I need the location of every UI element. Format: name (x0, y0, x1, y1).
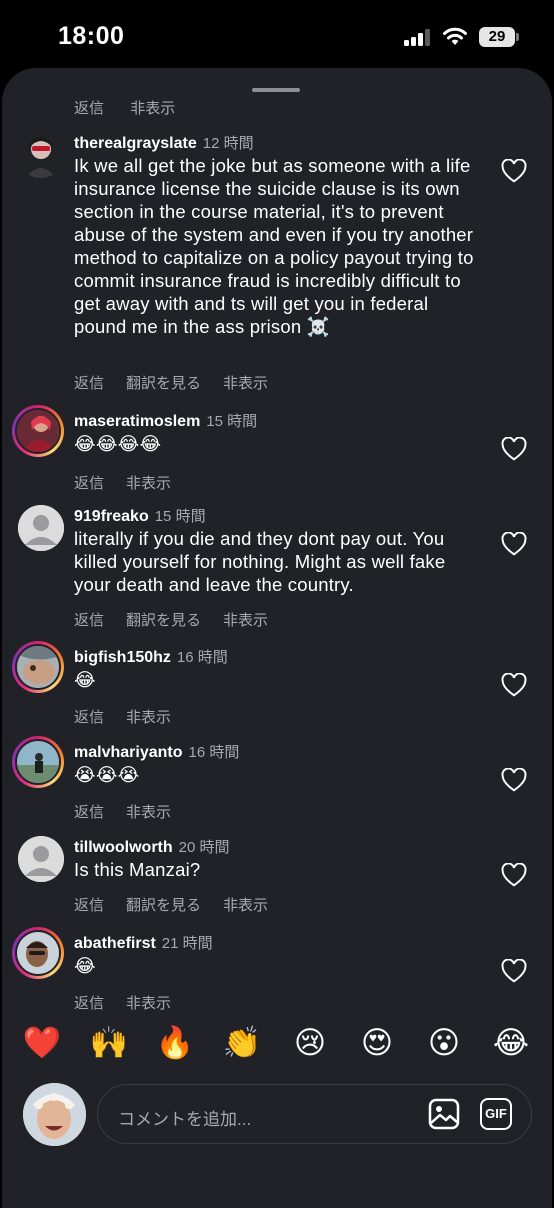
comment-text: literally if you die and they dont pay o… (74, 528, 446, 595)
reaction-surprised[interactable]: 😮 (422, 1023, 466, 1063)
reply-button[interactable]: 返信 (74, 709, 104, 726)
translate-button[interactable]: 翻訳を見る (126, 897, 201, 914)
hide-button[interactable]: 非表示 (126, 995, 171, 1012)
hide-button[interactable]: 非表示 (126, 709, 171, 726)
avatar[interactable] (18, 505, 64, 551)
reply-button[interactable]: 返信 (74, 897, 104, 914)
avatar[interactable] (12, 405, 64, 457)
timestamp: 16 時間 (188, 744, 240, 761)
avatar[interactable] (18, 836, 64, 882)
username[interactable]: bigfish150hz (74, 649, 171, 666)
heart-icon[interactable] (501, 532, 527, 556)
comment-header: 919freako 15 時間 (74, 505, 206, 526)
wifi-icon (443, 27, 467, 45)
status-bar: 18:00 29 (0, 0, 554, 70)
reaction-crying[interactable]: 😢 (288, 1023, 332, 1063)
hide-button[interactable]: 非表示 (126, 475, 171, 492)
timestamp: 15 時間 (154, 508, 206, 525)
timestamp: 20 時間 (178, 839, 230, 856)
comment-header: abathefirst 21 時間 (74, 932, 213, 953)
comment-header: therealgrayslate 12 時間 (74, 132, 254, 153)
reply-button[interactable]: 返信 (74, 995, 104, 1012)
hide-button[interactable]: 非表示 (130, 100, 175, 117)
timestamp: 12 時間 (202, 135, 254, 152)
reply-button[interactable]: 返信 (74, 475, 104, 492)
comment-actions: 返信 非表示 (74, 472, 193, 493)
comment-actions: 返信 翻訳を見る 非表示 (74, 609, 290, 630)
quick-reactions-bar: ❤️ 🙌 🔥 👏 😢 😍 😮 😂 (2, 1023, 552, 1073)
my-avatar[interactable] (23, 1083, 86, 1146)
translate-button[interactable]: 翻訳を見る (126, 375, 201, 392)
reply-button[interactable]: 返信 (74, 100, 104, 117)
username[interactable]: tillwoolworth (74, 839, 173, 856)
hide-button[interactable]: 非表示 (223, 612, 268, 629)
comment-text: Is this Manzai? (74, 859, 201, 880)
heart-icon[interactable] (501, 437, 527, 461)
reply-button[interactable]: 返信 (74, 375, 104, 392)
translate-button[interactable]: 翻訳を見る (126, 612, 201, 629)
username[interactable]: maseratimoslem (74, 413, 200, 430)
heart-icon[interactable] (501, 863, 527, 887)
comment-text: 😂 (74, 955, 96, 976)
comment-text: 😭😭😭 (74, 764, 140, 785)
reaction-raised-hands[interactable]: 🙌 (87, 1023, 131, 1063)
timestamp: 21 時間 (161, 935, 213, 952)
username[interactable]: malvhariyanto (74, 744, 182, 761)
clock: 18:00 (58, 22, 125, 50)
comment-header: tillwoolworth 20 時間 (74, 836, 230, 857)
reaction-heart-eyes[interactable]: 😍 (355, 1023, 399, 1063)
username[interactable]: therealgrayslate (74, 135, 197, 152)
timestamp: 16 時間 (176, 649, 228, 666)
username[interactable]: abathefirst (74, 935, 156, 952)
comments-sheet: 返信 非表示 therealgrayslate 12 時間 Ik we all g… (2, 68, 552, 1208)
avatar[interactable] (12, 927, 64, 979)
comment-input[interactable]: コメントを追加... GIF (97, 1084, 532, 1144)
avatar[interactable] (12, 736, 64, 788)
hide-button[interactable]: 非表示 (223, 897, 268, 914)
comment-actions: 返信 非表示 (74, 706, 193, 727)
comment-actions: 返信 翻訳を見る 非表示 (74, 372, 290, 393)
comment-actions: 返信 翻訳を見る 非表示 (74, 894, 290, 915)
heart-icon[interactable] (501, 959, 527, 983)
timestamp: 15 時間 (206, 413, 258, 430)
username[interactable]: 919freako (74, 508, 149, 525)
heart-icon[interactable] (501, 768, 527, 792)
hide-button[interactable]: 非表示 (223, 375, 268, 392)
comment-actions: 返信 非表示 (74, 801, 193, 822)
comment-header: maseratimoslem 15 時間 (74, 410, 257, 431)
comment-text: 😂😂😂😂 (74, 433, 162, 454)
image-icon[interactable] (428, 1098, 460, 1130)
reaction-fire[interactable]: 🔥 (153, 1023, 197, 1063)
cellular-signal-icon (404, 28, 434, 46)
reaction-clap[interactable]: 👏 (220, 1023, 264, 1063)
comment-header: malvhariyanto 16 時間 (74, 741, 239, 762)
reply-button[interactable]: 返信 (74, 804, 104, 821)
heart-icon[interactable] (501, 159, 527, 183)
comment-actions-cut: 返信 非表示 (74, 97, 197, 118)
comment-header: bigfish150hz 16 時間 (74, 646, 228, 667)
comment-text: Ik we all get the joke but as someone wi… (74, 155, 474, 337)
reaction-heart[interactable]: ❤️ (20, 1023, 64, 1063)
heart-icon[interactable] (501, 673, 527, 697)
comments-list[interactable]: 返信 非表示 therealgrayslate 12 時間 Ik we all g… (2, 68, 552, 1016)
hide-button[interactable]: 非表示 (126, 804, 171, 821)
gif-button[interactable]: GIF (480, 1098, 512, 1130)
reaction-laughing[interactable]: 😂 (489, 1023, 533, 1063)
avatar[interactable] (12, 641, 64, 693)
battery-indicator: 29 (479, 27, 515, 47)
comment-text: 😂 (74, 669, 96, 690)
battery-tip (516, 33, 519, 41)
comment-actions: 返信 非表示 (74, 992, 193, 1013)
reply-button[interactable]: 返信 (74, 612, 104, 629)
comment-input-placeholder: コメントを追加... (118, 1110, 252, 1129)
avatar[interactable] (18, 132, 64, 178)
